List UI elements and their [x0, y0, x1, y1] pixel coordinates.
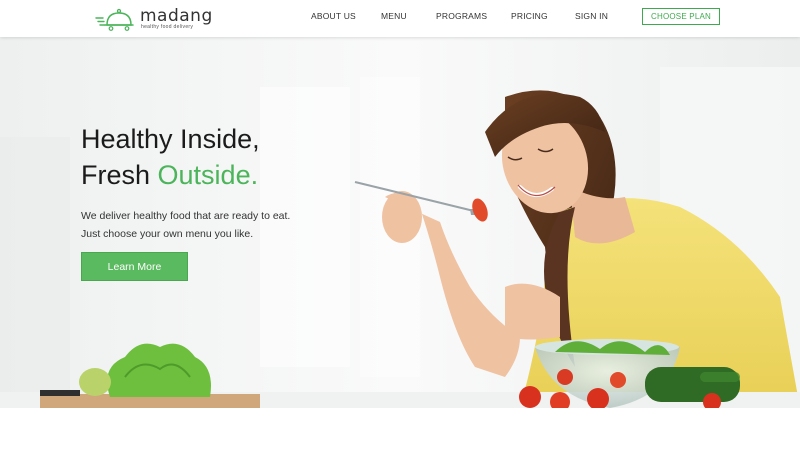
- hero-section: Healthy Inside, Fresh Outside. We delive…: [0, 37, 800, 408]
- headline-line-2-accent: Outside.: [157, 160, 259, 190]
- hero-headline: Healthy Inside, Fresh Outside.: [81, 121, 290, 193]
- nav-programs[interactable]: PROGRAMS: [436, 11, 487, 21]
- hero-subtext: We deliver healthy food that are ready t…: [81, 207, 290, 243]
- subtext-line-1: We deliver healthy food that are ready t…: [81, 210, 291, 222]
- subtext-line-2: Just choose your own menu you like.: [81, 228, 254, 240]
- learn-more-button[interactable]: Learn More: [81, 252, 188, 281]
- below-hero-area: [0, 408, 800, 458]
- hero-text-block: Healthy Inside, Fresh Outside. We delive…: [81, 121, 290, 243]
- nav-sign-in[interactable]: SIGN IN: [575, 11, 608, 21]
- brand-logo[interactable]: madang healthy food delivery: [95, 6, 215, 32]
- brand-tagline: healthy food delivery: [141, 24, 194, 30]
- headline-line-1: Healthy Inside,: [81, 124, 260, 154]
- brand-name: madang: [140, 6, 213, 26]
- choose-plan-button[interactable]: CHOOSE PLAN: [642, 8, 720, 25]
- delivery-cloche-icon: [95, 8, 134, 31]
- headline-line-2-prefix: Fresh: [81, 160, 158, 190]
- nav-pricing[interactable]: PRICING: [511, 11, 548, 21]
- site-header: madang healthy food delivery ABOUT US ME…: [0, 0, 800, 37]
- nav-menu[interactable]: MENU: [381, 11, 407, 21]
- nav-about-us[interactable]: ABOUT US: [311, 11, 356, 21]
